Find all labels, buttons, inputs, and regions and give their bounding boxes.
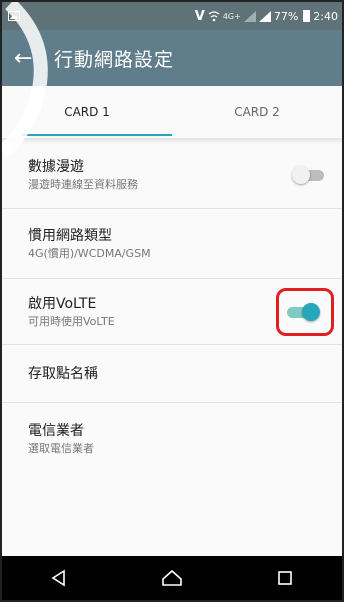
setting-label: 啟用VoLTE (28, 296, 97, 312)
setting-data-roaming[interactable]: 數據漫遊 漫遊時連線至資料服務 (2, 141, 342, 209)
setting-text: 啟用VoLTE 可用時使用VoLTE (28, 294, 115, 329)
battery-icon (303, 10, 311, 22)
setting-access-point-names[interactable]: 存取點名稱 (2, 345, 342, 403)
back-triangle-icon (51, 569, 65, 587)
setting-text: 存取點名稱 (28, 364, 98, 384)
nav-home-button[interactable] (147, 560, 197, 596)
setting-text: 慣用網路類型 4G(慣用)/WCDMA/GSM (28, 226, 151, 261)
setting-label: 電信業者 (28, 422, 84, 439)
volte-toggle[interactable] (287, 301, 323, 323)
navigation-bar (2, 556, 342, 600)
setting-network-operators[interactable]: 電信業者 選取電信業者 (2, 403, 342, 473)
status-right: V 4G+ 77% 2:40 (195, 9, 338, 24)
setting-summary: 可用時使用VoLTE (28, 315, 115, 328)
settings-list: 數據漫遊 漫遊時連線至資料服務 慣用網路類型 4G(慣用)/WCDMA/GSM … (2, 141, 342, 473)
tab-card-2[interactable]: CARD 2 (172, 86, 342, 138)
data-roaming-toggle[interactable] (292, 164, 328, 186)
page-title: 行動網路設定 (54, 48, 175, 71)
setting-enable-volte[interactable]: 啟用VoLTE 可用時使用VoLTE (2, 279, 342, 345)
setting-label: 慣用網路類型 (28, 228, 112, 244)
toggle-thumb (292, 165, 310, 184)
setting-text: 電信業者 選取電信業者 (28, 421, 94, 456)
signal-icon-sim2 (258, 10, 271, 22)
setting-summary: 漫遊時連線至資料服務 (28, 178, 138, 191)
image-notification-icon (8, 11, 20, 21)
recents-square-icon (278, 571, 293, 585)
setting-summary: 4G(慣用)/WCDMA/GSM (28, 247, 151, 260)
signal-icon-sim1 (243, 10, 256, 22)
status-bar: V 4G+ 77% 2:40 (2, 2, 342, 30)
battery-percentage: 77% (273, 9, 299, 23)
setting-label: 存取點名稱 (28, 365, 98, 382)
clock: 2:40 (313, 9, 338, 23)
app-bar: ← 行動網路設定 (2, 30, 342, 86)
wifi-calling-icon (208, 10, 220, 21)
network-type-label: 4G+ (222, 11, 241, 21)
setting-summary: 選取電信業者 (28, 441, 94, 455)
volte-indicator: V (194, 8, 205, 24)
phone-screen: V 4G+ 77% 2:40 ← 行動網路設定 CARD 1 CARD 2 數據… (0, 0, 344, 602)
tab-card-1[interactable]: CARD 1 (2, 86, 172, 138)
sim-card-tabs: CARD 1 CARD 2 (2, 86, 342, 138)
nav-recents-button[interactable] (260, 560, 310, 596)
back-arrow-icon[interactable]: ← (14, 46, 44, 71)
home-icon (162, 569, 182, 586)
setting-preferred-network-type[interactable]: 慣用網路類型 4G(慣用)/WCDMA/GSM (2, 209, 342, 279)
nav-back-button[interactable] (34, 560, 84, 596)
toggle-thumb (302, 302, 320, 321)
setting-text: 數據漫遊 漫遊時連線至資料服務 (28, 157, 138, 192)
status-left (8, 11, 20, 21)
highlight-box (276, 287, 334, 336)
setting-label: 數據漫遊 (28, 159, 84, 175)
